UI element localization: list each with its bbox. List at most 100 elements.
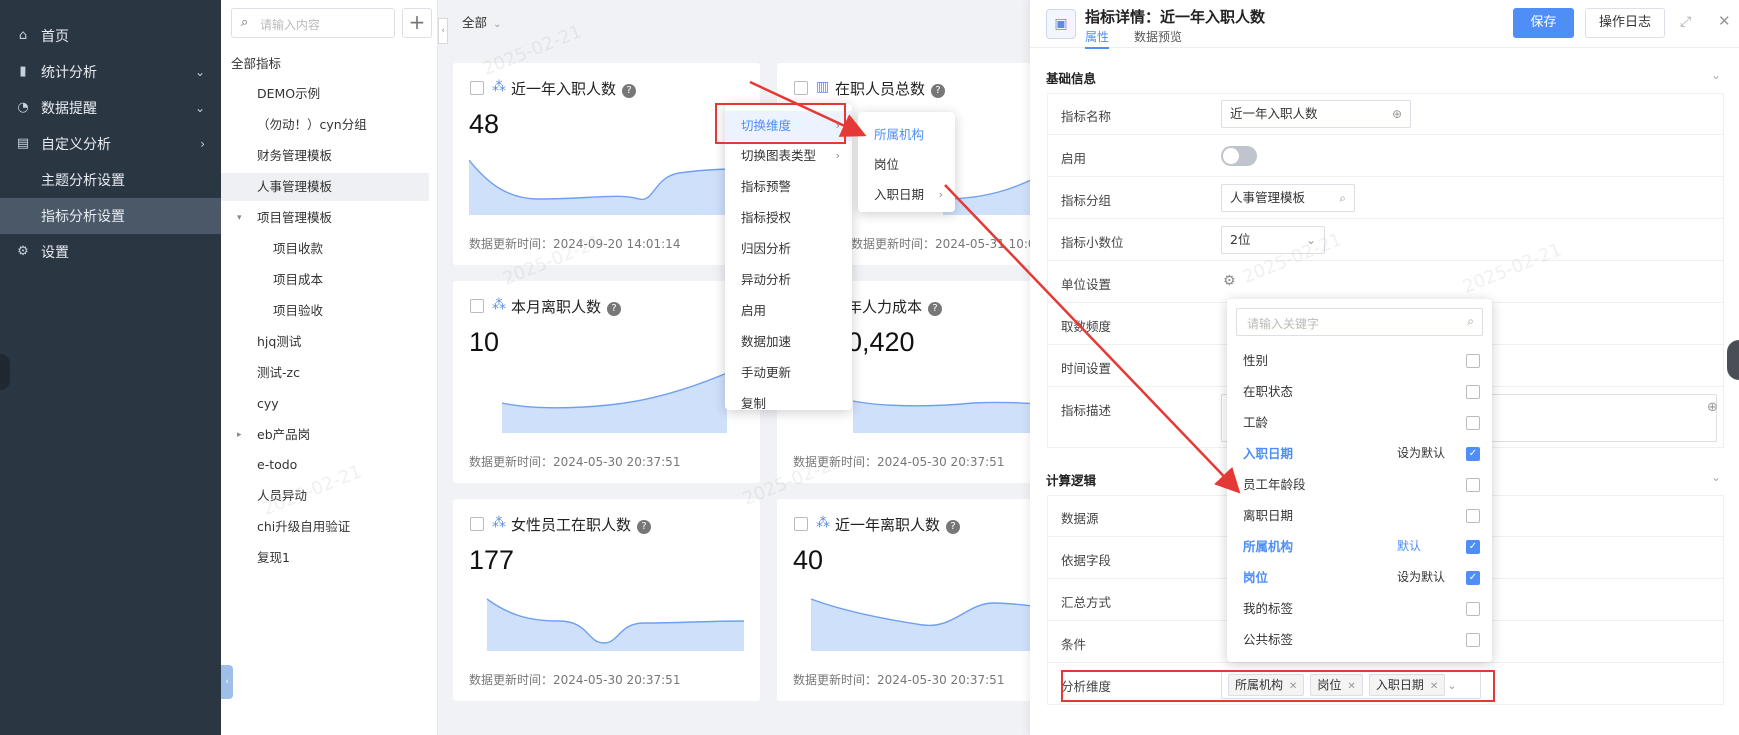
- decimal-select[interactable]: 2位 ⌄: [1221, 226, 1325, 254]
- card-checkbox[interactable]: [794, 517, 808, 531]
- gear-icon[interactable]: ⚙: [1223, 273, 1236, 289]
- tree-item[interactable]: DEMO示例: [221, 80, 429, 108]
- menu-item[interactable]: 手动更新: [725, 358, 852, 388]
- tree-item[interactable]: chi升级自用验证: [221, 513, 429, 541]
- enable-toggle[interactable]: [1221, 146, 1257, 166]
- globe-icon[interactable]: ⊕: [1392, 101, 1402, 127]
- close-icon[interactable]: ✕: [1718, 12, 1731, 30]
- tab-properties[interactable]: 属性: [1085, 28, 1110, 49]
- tree-item[interactable]: （勿动！）cyn分组: [221, 111, 429, 139]
- tree-item[interactable]: 项目收款: [221, 235, 429, 263]
- dimension-option[interactable]: 在职状态: [1227, 376, 1492, 407]
- save-button[interactable]: 保存: [1513, 8, 1574, 38]
- card-checkbox[interactable]: [470, 517, 484, 531]
- card-checkbox[interactable]: [470, 299, 484, 313]
- checkbox-checked[interactable]: ✓: [1466, 447, 1480, 461]
- close-icon[interactable]: ✕: [1430, 681, 1438, 692]
- tree-item[interactable]: 项目验收: [221, 297, 429, 325]
- help-icon[interactable]: ?: [928, 302, 943, 316]
- checkbox-checked[interactable]: ✓: [1466, 571, 1480, 585]
- tree-item[interactable]: 全部指标: [221, 50, 429, 78]
- indicator-group-select[interactable]: 人事管理模板 ⌕: [1221, 184, 1355, 212]
- nav-theme-settings[interactable]: 主题分析设置: [0, 162, 221, 198]
- menu-item[interactable]: 复制: [725, 389, 852, 410]
- dimension-option[interactable]: 我的标签: [1227, 593, 1492, 624]
- menu-item[interactable]: 异动分析: [725, 265, 852, 295]
- indicator-card[interactable]: ⁂ 本月离职人数? 10 数据更新时间：2024-05-30 20:37:51: [453, 281, 760, 483]
- filter-dropdown[interactable]: 全部 ⌄: [462, 12, 501, 31]
- tree-item[interactable]: 项目成本: [221, 266, 429, 294]
- menu-item[interactable]: 指标授权: [725, 203, 852, 233]
- checkbox-checked[interactable]: ✓: [1466, 540, 1480, 554]
- menu-item-switch-chart[interactable]: 切换图表类型 ›: [725, 141, 852, 171]
- chevron-down-icon[interactable]: ⌄: [1711, 470, 1721, 484]
- dimension-option[interactable]: 岗位 设为默认 ✓: [1227, 562, 1492, 593]
- submenu-item-post[interactable]: 岗位: [858, 150, 955, 180]
- nav-statistics[interactable]: ▮ 统计分析 ⌄: [0, 54, 221, 90]
- checkbox[interactable]: [1466, 633, 1480, 647]
- tree-search-input[interactable]: ⌕ 请输入内容: [231, 8, 395, 38]
- caret-right-icon[interactable]: ▸: [237, 421, 242, 449]
- nav-settings[interactable]: ⚙ 设置: [0, 234, 221, 270]
- menu-item[interactable]: 指标预警: [725, 172, 852, 202]
- menu-item[interactable]: 数据加速: [725, 327, 852, 357]
- checkbox[interactable]: [1466, 385, 1480, 399]
- checkbox[interactable]: [1466, 602, 1480, 616]
- analysis-dimension-select[interactable]: 所属机构 ✕ 岗位 ✕ 入职日期 ✕ ⌄: [1221, 671, 1481, 699]
- help-icon[interactable]: ?: [622, 84, 637, 98]
- caret-down-icon[interactable]: ▾: [237, 204, 242, 232]
- checkbox[interactable]: [1466, 509, 1480, 523]
- dimension-option[interactable]: 离职日期: [1227, 500, 1492, 531]
- tree-item[interactable]: hjq测试: [221, 328, 429, 356]
- submenu-item-hire-date[interactable]: 入职日期 ›: [858, 180, 955, 210]
- help-icon[interactable]: ?: [607, 302, 622, 316]
- tree-item[interactable]: ▸ eb产品岗: [221, 421, 429, 449]
- tree-item-selected[interactable]: 人事管理模板: [221, 173, 429, 201]
- collapse-tree-button[interactable]: ‹: [221, 665, 233, 699]
- dimension-search-input[interactable]: 请输入关键字 ⌕: [1236, 308, 1483, 336]
- tree-item[interactable]: 测试-zc: [221, 359, 429, 387]
- submenu-item-org[interactable]: 所属机构: [858, 120, 955, 150]
- help-icon[interactable]: ?: [637, 520, 652, 534]
- help-icon[interactable]: ?: [946, 520, 961, 534]
- checkbox[interactable]: [1466, 416, 1480, 430]
- dimension-option[interactable]: 入职日期 设为默认 ✓: [1227, 438, 1492, 469]
- nav-home[interactable]: ⌂ 首页: [0, 18, 221, 54]
- set-default-link[interactable]: 设为默认: [1397, 562, 1445, 593]
- panel-handle[interactable]: [1727, 340, 1739, 380]
- collapse-toggle[interactable]: ‹: [438, 18, 448, 44]
- card-checkbox[interactable]: [470, 81, 484, 95]
- tree-item[interactable]: ▾ 项目管理模板: [221, 204, 429, 232]
- checkbox[interactable]: [1466, 354, 1480, 368]
- indicator-card[interactable]: ⁂ 女性员工在职人数? 177 数据更新时间：2024-05-30 20:37:…: [453, 499, 760, 701]
- card-checkbox[interactable]: [794, 81, 808, 95]
- nav-custom-analysis[interactable]: ▤ 自定义分析 ›: [0, 126, 221, 162]
- set-default-link[interactable]: 设为默认: [1397, 438, 1445, 469]
- nav-data-alert[interactable]: ◔ 数据提醒 ⌄: [0, 90, 221, 126]
- tree-item[interactable]: cyy: [221, 390, 429, 418]
- dimension-option[interactable]: 工龄: [1227, 407, 1492, 438]
- dimension-option[interactable]: 公共标签: [1227, 624, 1492, 655]
- tree-item[interactable]: e-todo: [221, 451, 429, 479]
- add-group-button[interactable]: +: [402, 8, 432, 38]
- checkbox[interactable]: [1466, 478, 1480, 492]
- dimension-option[interactable]: 性别: [1227, 345, 1492, 376]
- nav-handle[interactable]: [0, 354, 10, 390]
- menu-item[interactable]: 归因分析: [725, 234, 852, 264]
- menu-item[interactable]: 启用: [725, 296, 852, 326]
- tab-data-preview[interactable]: 数据预览: [1134, 28, 1182, 45]
- dimension-option[interactable]: 所属机构 默认 ✓: [1227, 531, 1492, 562]
- close-icon[interactable]: ✕: [1347, 681, 1355, 692]
- help-icon[interactable]: ?: [931, 84, 946, 98]
- nav-indicator-settings[interactable]: 指标分析设置: [0, 198, 221, 234]
- dimension-option[interactable]: 员工年龄段: [1227, 469, 1492, 500]
- chevron-down-icon[interactable]: ⌄: [1711, 68, 1721, 82]
- globe-icon[interactable]: ⊕: [1707, 400, 1718, 415]
- indicator-card[interactable]: ⁂ 近一年入职人数? 48 数据更新时间：2024-09-20 14:01:14: [453, 63, 760, 265]
- close-icon[interactable]: ✕: [1289, 681, 1297, 692]
- menu-item-switch-dimension[interactable]: 切换维度 ›: [725, 111, 852, 141]
- tree-item[interactable]: 人员异动: [221, 482, 429, 510]
- expand-icon[interactable]: ⤢: [1680, 14, 1691, 30]
- indicator-name-input[interactable]: 近一年入职人数 ⊕: [1221, 100, 1411, 128]
- tree-item[interactable]: 复现1: [221, 544, 429, 572]
